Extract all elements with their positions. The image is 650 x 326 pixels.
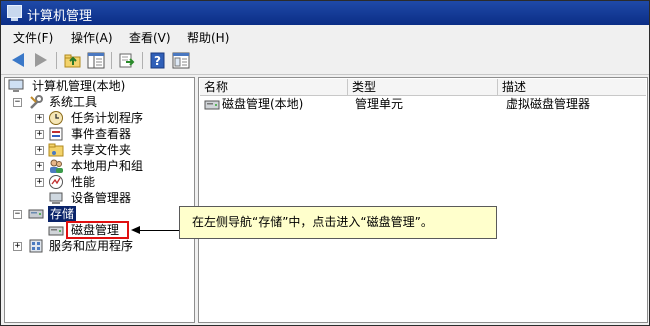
help-icon: ? [150,52,165,69]
services-icon [29,239,43,253]
up-folder-icon [64,54,81,68]
title-bar: 计算机管理 [1,1,649,25]
cell-name: 磁盘管理(本地) [222,97,304,111]
details-list-view: 名称 类型 描述 磁盘管理(本地) 管理单元 虚拟磁盘管理器 [198,77,648,323]
menu-file[interactable]: 文件(F) [13,29,53,46]
computer-icon [8,79,24,92]
computer-management-icon [7,5,22,21]
menu-view[interactable]: 查看(V) [129,29,171,46]
help-button[interactable]: ? [148,51,168,70]
show-hide-tree-icon [87,52,105,69]
tree-label: 任务计划程序 [71,111,144,125]
expand-toggle[interactable]: + [35,178,44,187]
storage-icon [28,209,44,219]
tree-item-shared-folders[interactable]: + 共享文件夹 [33,142,191,158]
show-hide-tree-button[interactable] [86,51,106,70]
menu-help[interactable]: 帮助(H) [187,29,229,46]
tree-item-task-scheduler[interactable]: + 任务计划程序 [33,110,191,126]
column-header-name[interactable]: 名称 [200,79,348,96]
up-level-button[interactable] [63,51,83,70]
column-header-description[interactable]: 描述 [498,79,646,96]
clock-icon [49,111,63,125]
tree-label: 设备管理器 [71,191,132,205]
tree-label: 计算机管理(本地) [32,79,126,93]
tree-item-services-applications[interactable]: + 服务和应用程序 [11,238,191,254]
export-list-button[interactable] [117,51,137,70]
tree-label: 事件查看器 [71,127,132,141]
svg-text:?: ? [154,54,161,68]
toolbar-separator [111,52,112,69]
annotation-callout: 在左侧导航“存储”中，点击进入“磁盘管理”。 [179,206,497,239]
event-viewer-icon [49,127,63,141]
menu-action[interactable]: 操作(A) [71,29,113,46]
cell-description: 虚拟磁盘管理器 [506,97,591,111]
users-icon [50,159,63,173]
tools-icon [30,95,43,109]
tree-item-device-manager[interactable]: 设备管理器 [33,190,191,206]
tree-label: 性能 [71,175,96,189]
expand-toggle[interactable]: + [35,146,44,155]
properties-icon [172,52,190,69]
properties-button[interactable] [171,51,191,70]
toolbar-separator [56,52,57,69]
menu-bar: 文件(F) 操作(A) 查看(V) 帮助(H) [1,25,649,47]
device-manager-icon [49,192,63,204]
collapse-toggle[interactable]: − [13,98,22,107]
tree-label: 系统工具 [49,95,98,109]
expand-toggle[interactable]: + [35,114,44,123]
export-list-icon [119,53,135,68]
tree-label: 服务和应用程序 [49,239,134,253]
forward-icon [35,53,47,67]
disk-icon [48,226,64,236]
back-button[interactable] [9,51,29,70]
disk-icon [204,100,220,110]
tree-label: 共享文件夹 [71,143,132,157]
tree-item-event-viewer[interactable]: + 事件查看器 [33,126,191,142]
highlight-rectangle [66,221,129,239]
navigation-tree: 计算机管理(本地) − 系统工具 + 任务计划程序 + 事件查看器 + 共享文件… [4,77,195,323]
toolbar-separator [142,52,143,69]
expand-toggle[interactable]: + [35,130,44,139]
column-header-type[interactable]: 类型 [348,79,498,96]
tree-label: 本地用户和组 [71,159,144,173]
tree-item-performance[interactable]: + 性能 [33,174,191,190]
tree-item-system-tools[interactable]: − 系统工具 [11,94,191,110]
shared-folder-icon [48,143,64,157]
toolbar: ? [1,47,649,75]
window-title: 计算机管理 [27,9,93,24]
performance-icon [49,175,63,189]
tree-item-local-users-groups[interactable]: + 本地用户和组 [33,158,191,174]
tree-item-computer-management[interactable]: 计算机管理(本地) [8,78,193,94]
expand-toggle[interactable]: + [13,242,22,251]
computer-management-window: 计算机管理 文件(F) 操作(A) 查看(V) 帮助(H) ? 计算机管理(本地… [0,0,650,326]
list-row[interactable]: 磁盘管理(本地) 管理单元 虚拟磁盘管理器 [200,96,646,113]
back-icon [12,53,24,67]
tree-item-storage[interactable]: − 存储 [11,206,191,222]
cell-type: 管理单元 [355,97,404,111]
forward-button[interactable] [31,51,51,70]
tree-label-selected: 存储 [48,206,77,222]
annotation-arrow-line [139,230,179,231]
collapse-toggle[interactable]: − [13,210,22,219]
expand-toggle[interactable]: + [35,162,44,171]
